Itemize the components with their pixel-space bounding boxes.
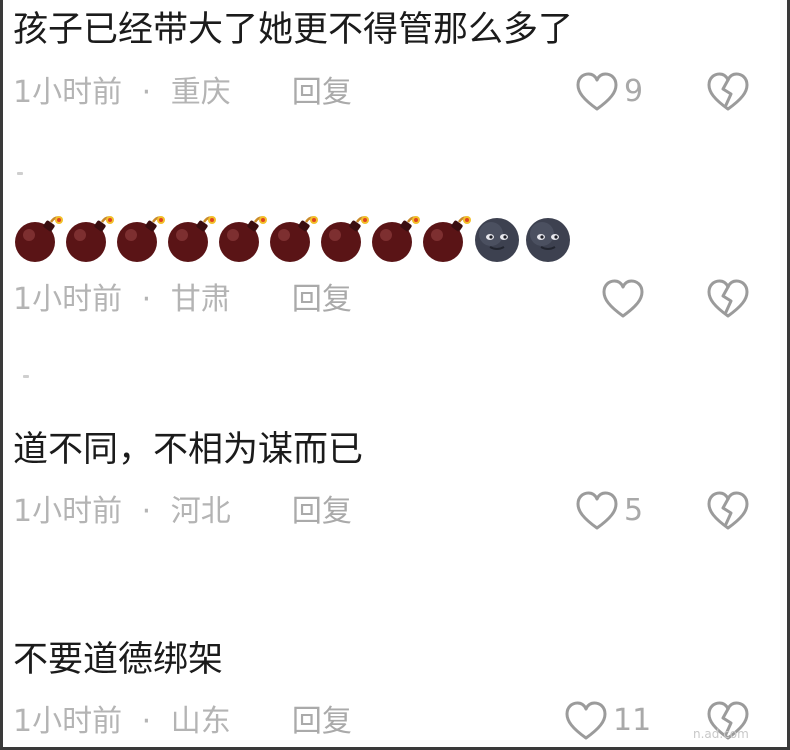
- heart-outline-icon: [565, 701, 607, 741]
- bomb-emoji-icon: [117, 216, 165, 262]
- comment-list: 孩子已经带大了她更不得管那么多了 1小时前 · 重庆 回复 9 1小时前 · 甘…: [0, 0, 790, 750]
- bomb-emoji-icon: [270, 216, 318, 262]
- comment-item: 道不同，不相为谋而已 1小时前 · 河北 回复 5: [3, 420, 787, 550]
- comment-meta: 1小时前 · 重庆 回复: [13, 73, 352, 113]
- comment-emoji-row: [13, 214, 574, 264]
- bomb-emoji-icon: [15, 216, 63, 262]
- comment-time: 1小时前: [13, 282, 123, 317]
- comment-meta: 1小时前 · 甘肃 回复: [13, 280, 352, 320]
- bomb-emoji-icon: [168, 216, 216, 262]
- meta-dot: ·: [141, 75, 152, 110]
- comment-location: 山东: [170, 704, 231, 739]
- like-count: 11: [613, 703, 652, 738]
- comment-time: 1小时前: [13, 704, 123, 739]
- comment-text: 不要道德绑架: [13, 640, 224, 680]
- like-count: 5: [624, 493, 644, 528]
- broken-heart-icon: [707, 279, 749, 319]
- broken-heart-icon: [707, 491, 749, 531]
- comment-item: 孩子已经带大了她更不得管那么多了 1小时前 · 重庆 回复 9: [3, 0, 787, 120]
- bomb-emoji-icon: [423, 216, 471, 262]
- dislike-button[interactable]: [707, 72, 749, 112]
- like-button[interactable]: 11: [565, 699, 651, 743]
- comment-time: 1小时前: [13, 75, 123, 110]
- divider-mark: [17, 172, 23, 175]
- bomb-emoji-icon: [372, 216, 420, 262]
- bomb-emoji-icon: [321, 216, 369, 262]
- reply-button[interactable]: 回复: [292, 282, 352, 317]
- comment-meta: 1小时前 · 山东 回复: [13, 702, 352, 742]
- dislike-button[interactable]: [707, 491, 749, 531]
- dislike-button[interactable]: [707, 279, 749, 319]
- like-button[interactable]: [602, 277, 650, 321]
- heart-outline-icon: [576, 491, 618, 531]
- comment-location: 甘肃: [170, 282, 231, 317]
- comment-time: 1小时前: [13, 494, 123, 529]
- comment-meta: 1小时前 · 河北 回复: [13, 492, 352, 532]
- comment-location: 河北: [170, 494, 231, 529]
- broken-heart-icon: [707, 72, 749, 112]
- comment-location: 重庆: [170, 75, 231, 110]
- comment-item: 1小时前 · 甘肃 回复: [3, 200, 787, 330]
- reply-button[interactable]: 回复: [292, 75, 352, 110]
- meta-dot: ·: [141, 494, 152, 529]
- bomb-emoji-icon: [219, 216, 267, 262]
- new-moon-face-emoji-icon: [475, 218, 519, 262]
- comment-text: 道不同，不相为谋而已: [13, 430, 364, 470]
- comment-text: 孩子已经带大了她更不得管那么多了: [13, 10, 574, 50]
- heart-outline-icon: [576, 72, 618, 112]
- reply-button[interactable]: 回复: [292, 494, 352, 529]
- meta-dot: ·: [141, 704, 152, 739]
- comment-item: 不要道德绑架 1小时前 · 山东 回复 11: [3, 630, 787, 750]
- like-button[interactable]: 5: [576, 489, 643, 533]
- meta-dot: ·: [141, 282, 152, 317]
- heart-outline-icon: [602, 279, 644, 319]
- watermark: n.ad.com: [693, 727, 749, 741]
- like-count: 9: [624, 74, 644, 109]
- divider-mark: [23, 375, 29, 378]
- reply-button[interactable]: 回复: [292, 704, 352, 739]
- new-moon-face-emoji-icon: [526, 218, 570, 262]
- bomb-emoji-icon: [66, 216, 114, 262]
- like-button[interactable]: 9: [576, 70, 643, 114]
